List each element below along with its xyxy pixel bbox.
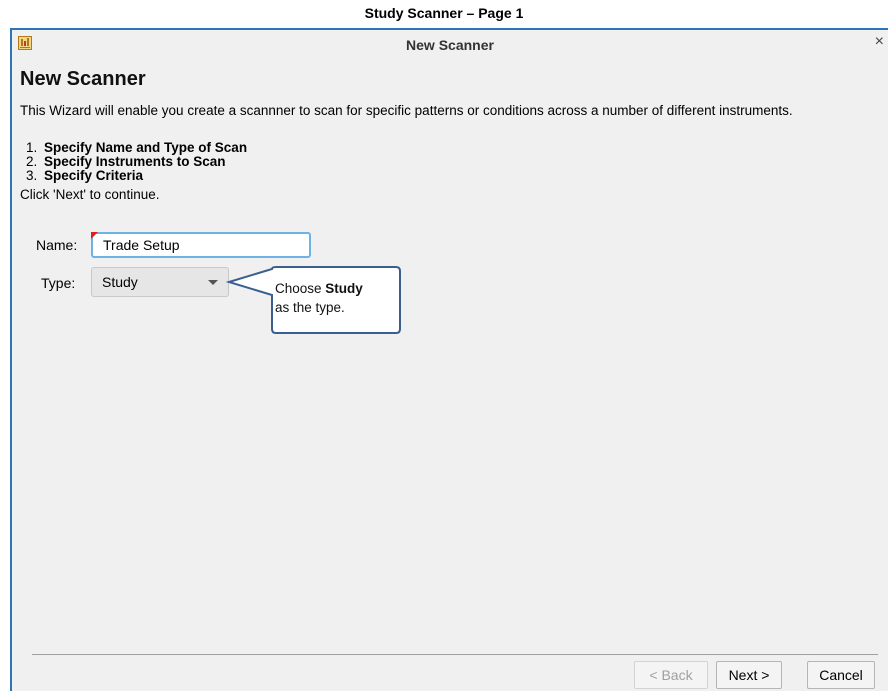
document-title: Study Scanner – Page 1 [364, 5, 524, 21]
steps-list: 1. Specify Name and Type of Scan 2. Spec… [26, 141, 247, 183]
step-label: Specify Name and Type of Scan [44, 140, 248, 155]
type-selected-value: Study [102, 274, 138, 290]
chevron-down-icon [208, 280, 218, 285]
continue-hint: Click 'Next' to continue. [20, 187, 160, 202]
step-label: Specify Instruments to Scan [44, 154, 226, 169]
next-button[interactable]: Next > [716, 661, 782, 689]
new-scanner-window: New Scanner × New Scanner This Wizard wi… [10, 28, 888, 691]
type-dropdown[interactable]: Study [91, 267, 229, 297]
step-number: 3. [26, 168, 38, 183]
callout-text: Choose Study as the type. [275, 279, 400, 317]
wizard-content: New Scanner This Wizard will enable you … [12, 58, 888, 691]
callout-prefix: Choose [275, 281, 326, 296]
page-title: New Scanner [20, 68, 146, 90]
list-item: 2. Specify Instruments to Scan [26, 155, 247, 169]
name-input[interactable] [91, 232, 311, 258]
wizard-intro: This Wizard will enable you create a sca… [20, 103, 793, 118]
back-button[interactable]: < Back [634, 661, 708, 689]
step-number: 2. [26, 154, 38, 169]
cancel-button[interactable]: Cancel [807, 661, 875, 689]
name-label: Name: [36, 237, 78, 253]
step-label: Specify Criteria [44, 168, 144, 183]
required-marker-icon [91, 232, 98, 239]
list-item: 1. Specify Name and Type of Scan [26, 141, 247, 155]
list-item: 3. Specify Criteria [26, 169, 247, 183]
title-bar: New Scanner × [12, 30, 888, 58]
step-number: 1. [26, 140, 38, 155]
window-title: New Scanner [406, 37, 494, 53]
close-icon[interactable]: × [875, 34, 884, 50]
callout-bold: Study [325, 281, 363, 296]
callout-suffix: as the type. [275, 300, 345, 315]
type-label: Type: [41, 275, 76, 291]
divider [32, 654, 878, 655]
